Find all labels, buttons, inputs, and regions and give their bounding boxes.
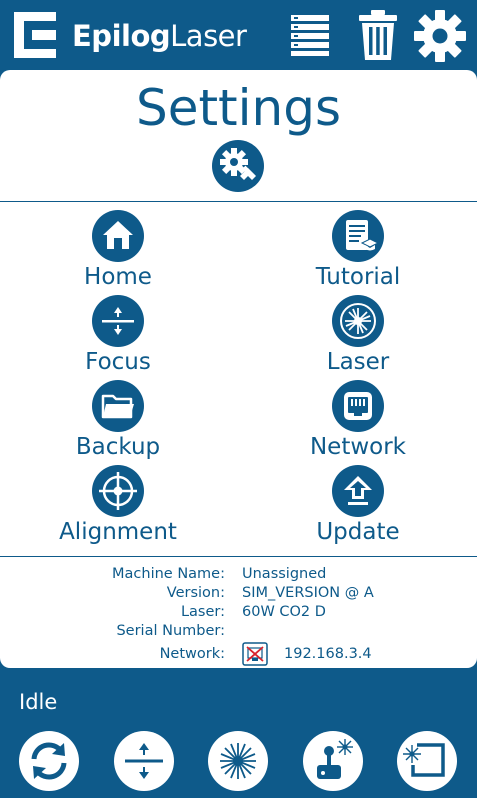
menu-update-label: Update — [316, 519, 400, 545]
divider-bottom — [0, 556, 477, 557]
menu-update[interactable]: Update — [278, 465, 438, 545]
home-icon — [92, 210, 144, 262]
menu-network-label: Network — [309, 434, 407, 460]
upload-arrow-icon — [332, 465, 384, 517]
epilog-logo-icon — [14, 12, 56, 58]
divider-top — [0, 201, 477, 202]
page-title: Settings — [135, 79, 342, 137]
job-list-icon[interactable] — [291, 10, 329, 56]
menu-laser-label: Laser — [326, 349, 390, 375]
network-label: Network: — [159, 646, 225, 662]
ethernet-icon — [332, 380, 384, 432]
version-value: SIM_VERSION @ A — [242, 585, 374, 601]
brand-name: EpilogLaser — [72, 19, 247, 53]
network-ip-value: 192.168.3.4 — [284, 646, 372, 662]
machine-name-value: Unassigned — [242, 566, 327, 582]
laser-icon — [332, 295, 384, 347]
settings-wrench-icon — [212, 140, 264, 192]
folder-icon — [92, 380, 144, 432]
focus-button[interactable] — [114, 731, 174, 791]
laser-value: 60W CO2 D — [242, 604, 326, 620]
menu-backup[interactable]: Backup — [38, 380, 198, 460]
menu-backup-label: Backup — [75, 434, 161, 460]
frame-laser-button[interactable] — [397, 731, 457, 791]
refresh-button[interactable] — [19, 731, 79, 791]
crosshair-icon — [92, 465, 144, 517]
menu-laser[interactable]: Laser — [278, 295, 438, 375]
menu-home[interactable]: Home — [38, 210, 198, 290]
network-status-icon — [242, 642, 268, 672]
focus-icon — [92, 295, 144, 347]
serial-number-label: Serial Number: — [116, 623, 225, 639]
menu-network[interactable]: Network — [278, 380, 438, 460]
menu-alignment[interactable]: Alignment — [38, 465, 198, 545]
tutorial-icon — [332, 210, 384, 262]
machine-name-label: Machine Name: — [112, 566, 225, 582]
menu-tutorial[interactable]: Tutorial — [278, 210, 438, 290]
trash-icon[interactable] — [358, 10, 398, 60]
top-bar: EpilogLaser — [0, 0, 477, 70]
version-label: Version: — [166, 585, 225, 601]
menu-alignment-label: Alignment — [59, 519, 177, 545]
menu-tutorial-label: Tutorial — [315, 264, 401, 290]
joystick-button[interactable] — [303, 731, 363, 791]
laser-label: Laser: — [180, 604, 225, 620]
laser-fire-button[interactable] — [208, 731, 268, 791]
machine-status: Idle — [19, 690, 58, 714]
menu-home-label: Home — [84, 264, 152, 290]
menu-focus-label: Focus — [85, 349, 151, 375]
menu-focus[interactable]: Focus — [38, 295, 198, 375]
gear-icon[interactable] — [414, 10, 466, 62]
